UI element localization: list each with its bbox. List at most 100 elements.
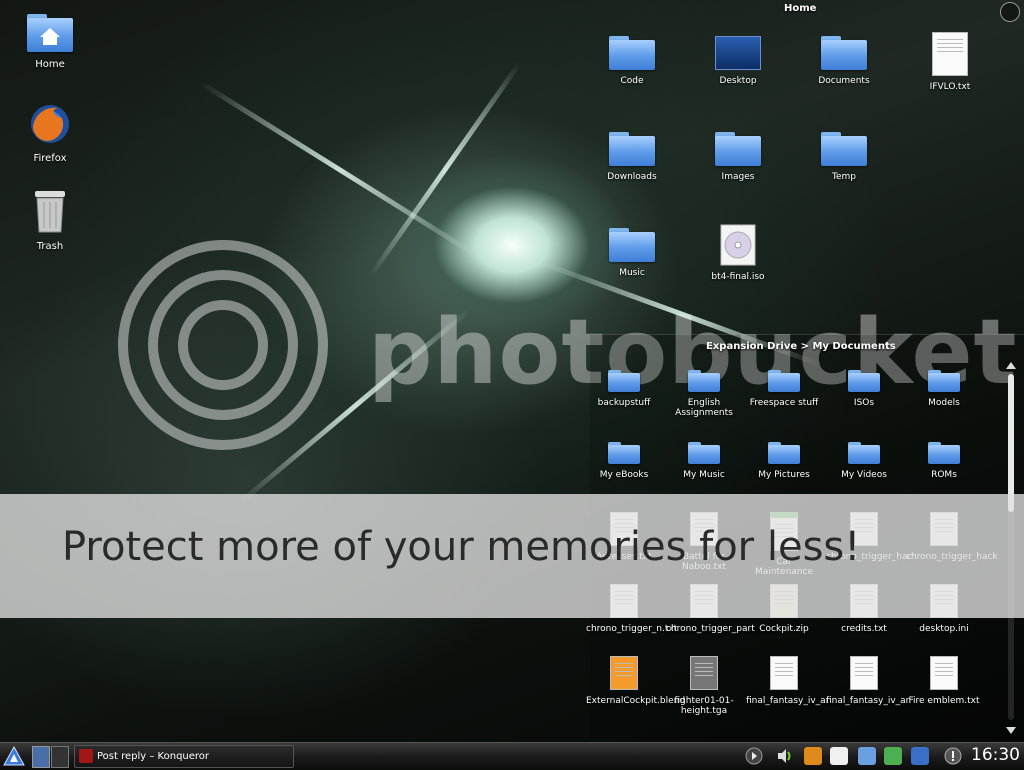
item-label: Freespace stuff — [749, 398, 819, 408]
home-panel-title: Home — [784, 3, 817, 14]
pager-desktop-1[interactable] — [32, 746, 50, 768]
item-label: Music — [619, 268, 645, 278]
item-label: ISOs — [853, 398, 875, 408]
docs-item[interactable]: ISOs — [826, 370, 902, 408]
item-label: desktop.ini — [919, 624, 969, 634]
desktop-icon-label: Trash — [36, 241, 64, 252]
home-item-temp[interactable]: Temp — [806, 132, 882, 182]
trash-icon — [32, 188, 68, 237]
item-label: bt4-final.iso — [711, 272, 765, 282]
pager-desktop-2[interactable] — [51, 746, 69, 768]
item-label: final_fantasy_iv_ar — [826, 696, 910, 706]
folder-icon — [608, 442, 640, 464]
wallpaper-light-beam — [198, 80, 482, 260]
item-label: final_fantasy_iv_ar — [746, 696, 830, 706]
item-label: IFVLO.txt — [929, 82, 971, 92]
docs-item[interactable]: Fire emblem.txt — [906, 656, 982, 706]
docs-item[interactable]: fighter01-01-height.tga — [666, 656, 742, 716]
docs-item[interactable]: My eBooks — [586, 442, 662, 480]
docs-item[interactable]: final_fantasy_iv_ar — [826, 656, 910, 706]
docs-item[interactable]: backupstuff — [586, 370, 662, 408]
folder-icon — [609, 132, 655, 166]
folder-icon — [688, 370, 720, 392]
item-label: Models — [928, 398, 960, 408]
desktop-icon-firefox[interactable]: Firefox — [15, 102, 85, 164]
item-label: Desktop — [719, 76, 757, 86]
watermark-logo — [118, 240, 328, 450]
volume-icon[interactable] — [776, 747, 794, 765]
home-item-code[interactable]: Code — [594, 36, 670, 86]
item-label: My eBooks — [599, 470, 649, 480]
item-label: Code — [620, 76, 644, 86]
item-label: Documents — [818, 76, 870, 86]
battery-monitor-icon[interactable] — [884, 747, 902, 765]
docs-item[interactable]: Freespace stuff — [746, 370, 822, 408]
docs-item[interactable]: Models — [906, 370, 982, 408]
notifications-icon[interactable] — [944, 747, 962, 765]
docs-item[interactable]: ROMs — [906, 442, 982, 480]
item-label: chrono_trigger_n.txt — [586, 624, 678, 634]
folder-icon — [688, 442, 720, 464]
firefox-icon — [28, 102, 72, 149]
text-file-icon — [930, 656, 958, 690]
home-item-ifvlo[interactable]: IFVLO.txt — [912, 32, 988, 92]
desktop-icon-label: Home — [35, 59, 65, 70]
item-label: chrono_trigger_part — [666, 624, 755, 634]
text-file-icon — [850, 656, 878, 690]
blender-file-icon — [610, 656, 638, 690]
docs-item[interactable]: English Assignments — [666, 370, 742, 418]
folder-icon — [609, 36, 655, 70]
home-item-documents[interactable]: Documents — [806, 36, 882, 86]
bluetooth-icon[interactable] — [911, 747, 929, 765]
scroll-up-arrow[interactable] — [1006, 362, 1016, 369]
item-label: English Assignments — [675, 398, 733, 418]
text-file-icon — [770, 656, 798, 690]
disc-image-icon — [720, 224, 756, 269]
item-label: My Music — [683, 470, 725, 480]
item-label: Fire emblem.txt — [908, 696, 980, 706]
home-item-desktop[interactable]: Desktop — [700, 36, 776, 86]
item-label: ROMs — [931, 470, 957, 480]
task-label: Post reply – Konqueror — [97, 751, 210, 762]
home-item-bt4-iso[interactable]: bt4-final.iso — [700, 224, 776, 282]
taskbar: Post reply – Konqueror 16:30 — [0, 742, 1024, 769]
kde-launcher-icon[interactable] — [3, 745, 25, 766]
desktop-icon-trash[interactable]: Trash — [15, 188, 85, 252]
clipboard-icon[interactable] — [830, 747, 848, 765]
clock[interactable]: 16:30 — [971, 745, 1020, 765]
package-updater-icon[interactable] — [804, 747, 822, 765]
item-label: credits.txt — [841, 624, 887, 634]
item-label: My Pictures — [758, 470, 810, 480]
text-file-icon — [932, 32, 968, 76]
docs-item[interactable]: ExternalCockpit.blend — [586, 656, 685, 706]
panel-settings-button[interactable] — [1000, 2, 1020, 22]
home-item-downloads[interactable]: Downloads — [594, 132, 670, 182]
docs-item[interactable]: final_fantasy_iv_ar — [746, 656, 830, 706]
folder-icon — [928, 370, 960, 392]
konqueror-icon — [79, 749, 93, 763]
docs-panel-title: Expansion Drive > My Documents — [706, 341, 896, 352]
item-label: My Videos — [841, 470, 887, 480]
docs-item[interactable]: My Music — [666, 442, 742, 480]
scroll-thumb[interactable] — [1008, 374, 1014, 512]
tray-expand-arrow-icon[interactable] — [745, 747, 763, 765]
desktop-icon-label: Firefox — [33, 153, 67, 164]
image-file-icon — [690, 656, 718, 690]
folder-icon — [609, 228, 655, 262]
folder-icon — [608, 370, 640, 392]
folder-icon — [768, 370, 800, 392]
docs-item[interactable]: My Videos — [826, 442, 902, 480]
home-item-music[interactable]: Music — [594, 228, 670, 278]
network-icon[interactable] — [858, 747, 876, 765]
item-label: Images — [721, 172, 755, 182]
item-label: Temp — [832, 172, 856, 182]
folder-icon — [821, 36, 867, 70]
taskbar-task-konqueror[interactable]: Post reply – Konqueror — [74, 745, 294, 768]
scroll-down-arrow[interactable] — [1006, 727, 1016, 734]
home-item-images[interactable]: Images — [700, 132, 776, 182]
desktop-icon-home[interactable]: Home — [15, 14, 85, 70]
item-label: fighter01-01-height.tga — [674, 696, 734, 716]
folder-icon — [928, 442, 960, 464]
folder-icon — [821, 132, 867, 166]
docs-item[interactable]: My Pictures — [746, 442, 822, 480]
